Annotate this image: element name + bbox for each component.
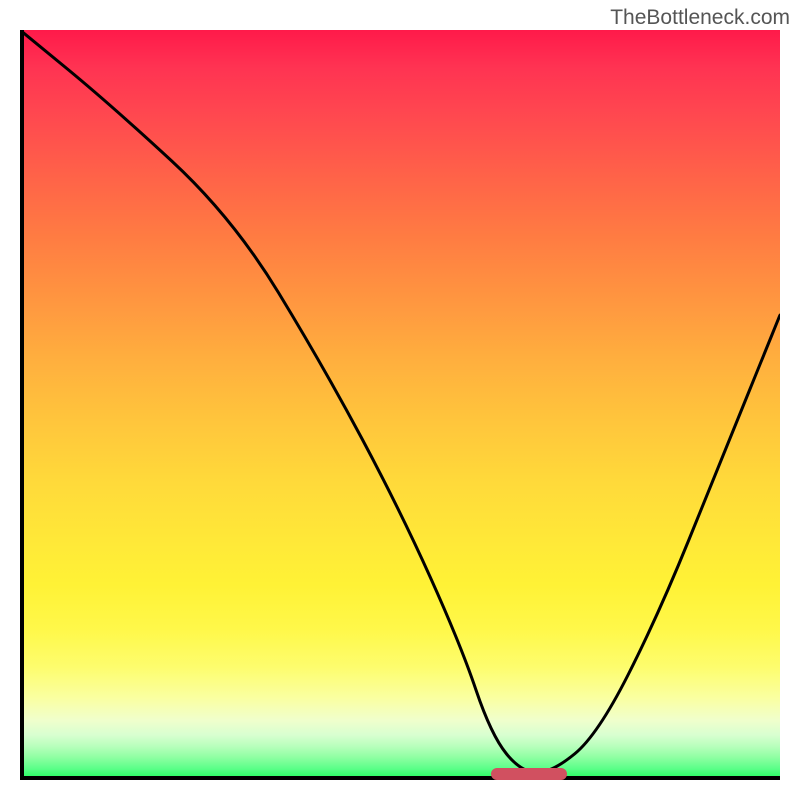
bottleneck-curve bbox=[20, 30, 780, 773]
chart-container: TheBottleneck.com bbox=[0, 0, 800, 800]
watermark-text: TheBottleneck.com bbox=[610, 6, 790, 30]
optimal-range-marker bbox=[491, 768, 567, 780]
plot-area bbox=[20, 30, 780, 780]
y-axis bbox=[20, 30, 24, 780]
x-axis bbox=[20, 776, 780, 780]
curve-svg bbox=[20, 30, 780, 780]
